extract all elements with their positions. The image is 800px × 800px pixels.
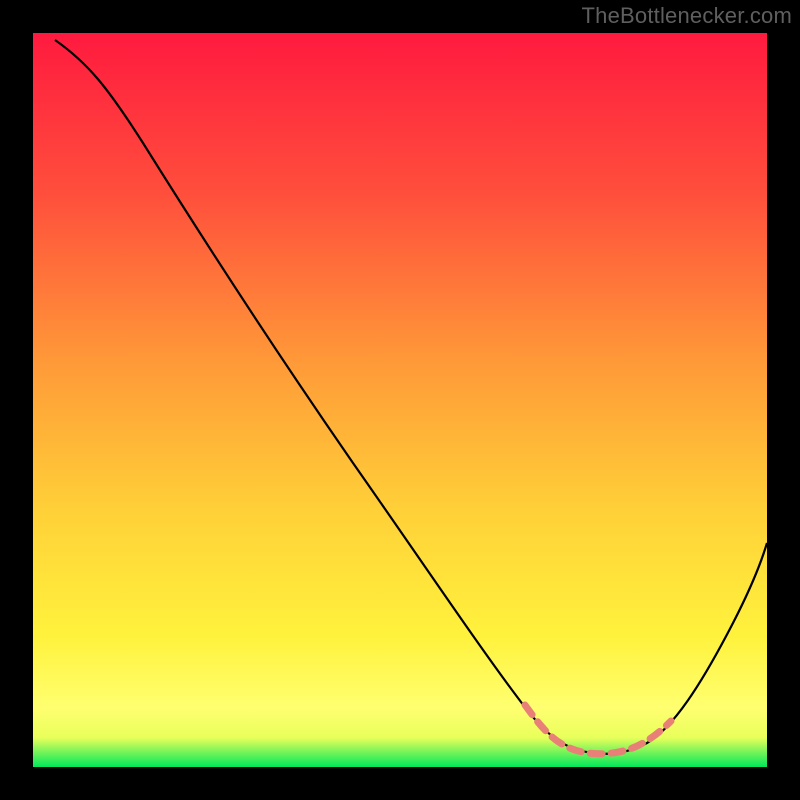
plot-area: [33, 33, 767, 767]
watermark-text: TheBottlenecker.com: [582, 3, 792, 29]
chart-svg: [33, 33, 767, 767]
chart-container: TheBottlenecker.com: [0, 0, 800, 800]
